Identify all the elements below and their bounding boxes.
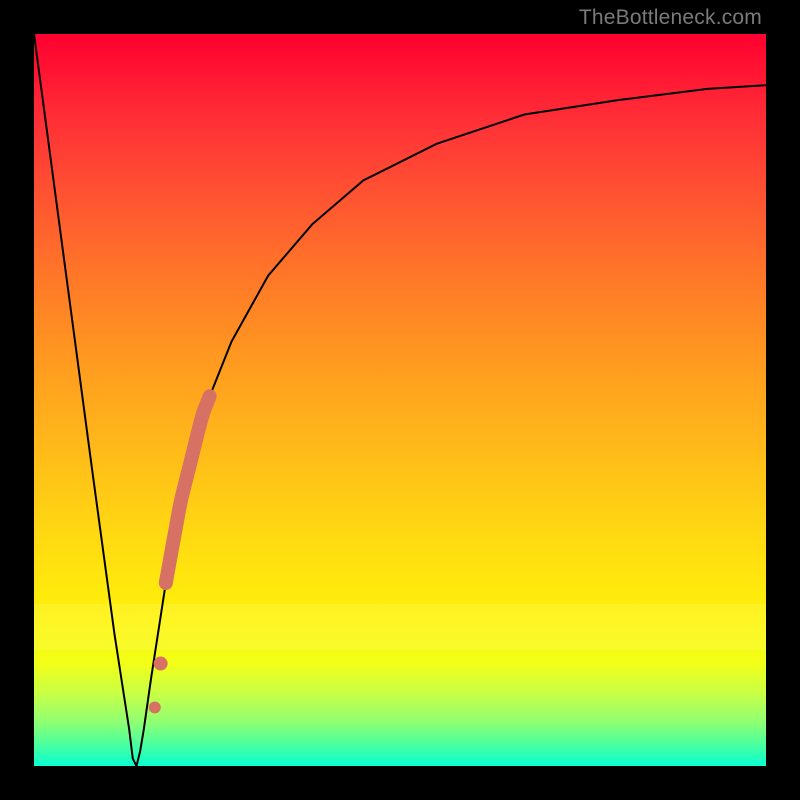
curve-layer [34, 34, 766, 766]
attribution-text: TheBottleneck.com [579, 6, 762, 30]
highlighted-segment [166, 396, 210, 583]
marker-dot-2 [149, 701, 161, 713]
chart-frame: TheBottleneck.com [0, 0, 800, 800]
bottleneck-curve [34, 34, 766, 766]
marker-dot-1 [154, 657, 168, 671]
plot-area [34, 34, 766, 766]
